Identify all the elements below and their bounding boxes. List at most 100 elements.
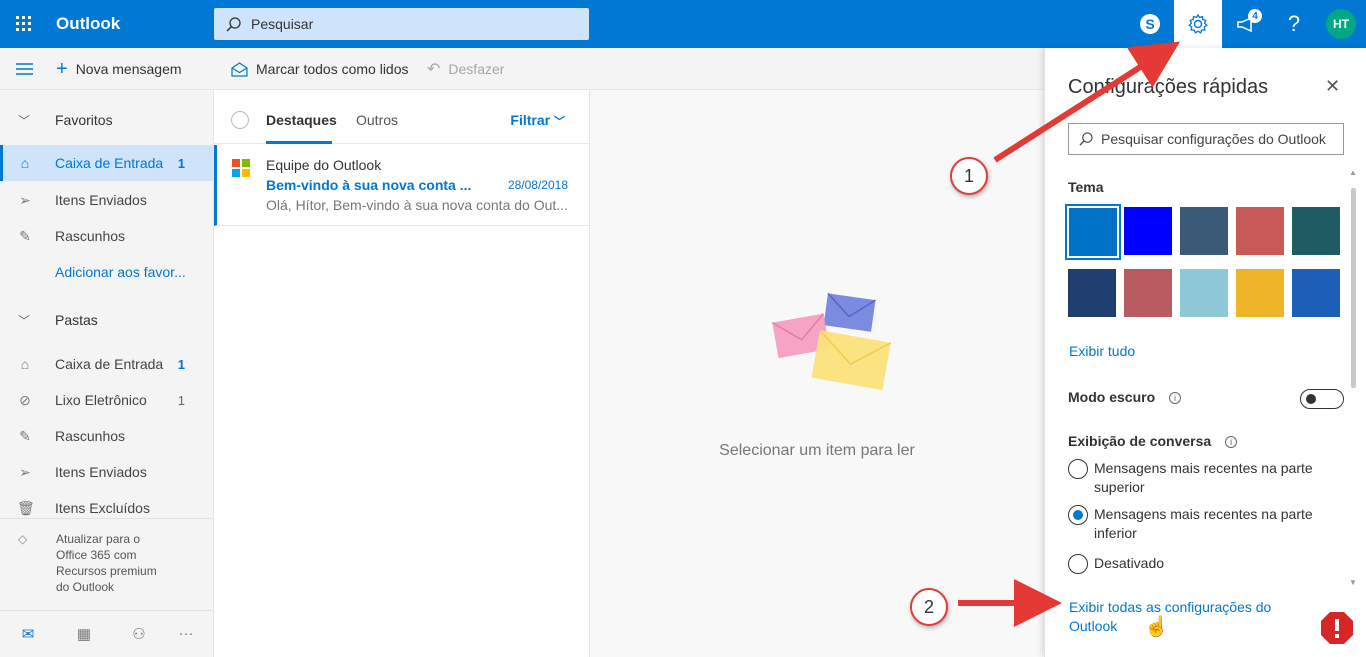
theme-header: Tema — [1068, 179, 1104, 195]
add-favorite-link[interactable]: Adicionar aos favor... — [55, 264, 186, 280]
trash-icon: 🗑 — [17, 499, 35, 516]
folder-item-drafts[interactable]: ✎ Rascunhos — [0, 418, 213, 454]
unread-count: 1 — [177, 356, 185, 372]
close-icon[interactable]: ✕ — [1325, 76, 1340, 97]
message-list-tabs: Destaques Outros Filtrar ﹀ — [214, 90, 589, 144]
calendar-icon[interactable]: ▦ — [72, 625, 96, 643]
dark-mode-row: Modo escuro i — [1068, 389, 1182, 405]
folder-item-label: Caixa de Entrada — [55, 356, 164, 372]
new-message-button[interactable]: + Nova mensagem — [56, 48, 182, 90]
tab-other[interactable]: Outros — [356, 112, 398, 128]
mark-all-read-button[interactable]: Marcar todos como lidos — [231, 48, 409, 90]
item-count: 1 — [177, 392, 185, 408]
conversation-view-label: Exibição de conversa — [1068, 433, 1212, 449]
theme-swatch[interactable] — [1292, 269, 1340, 317]
active-tab-indicator — [266, 141, 332, 144]
folder-item-inbox[interactable]: ⌂ Caixa de Entrada 1 — [0, 346, 213, 382]
dark-mode-label: Modo escuro — [1068, 389, 1156, 405]
send-icon: ➢ — [19, 463, 31, 480]
info-icon[interactable]: i — [1225, 436, 1238, 448]
theme-swatch[interactable] — [1236, 207, 1284, 255]
search-icon — [226, 16, 241, 32]
theme-swatch[interactable] — [1065, 204, 1121, 260]
show-all-themes-link[interactable]: Exibir tudo — [1069, 343, 1135, 359]
message-item[interactable]: Equipe do Outlook Bem-vindo à sua nova c… — [214, 145, 589, 226]
send-icon: ➢ — [19, 191, 31, 208]
hamburger-button[interactable] — [16, 48, 33, 90]
mark-all-read-label: Marcar todos como lidos — [256, 61, 409, 77]
theme-swatch[interactable] — [1068, 269, 1116, 317]
settings-search-placeholder: Pesquisar configurações do Outlook — [1101, 131, 1326, 147]
upgrade-line: Atualizar para o — [56, 532, 141, 546]
message-list: Destaques Outros Filtrar ﹀ Equipe do Out… — [214, 90, 590, 657]
alert-icon[interactable] — [1320, 611, 1354, 645]
radio-circle — [1068, 554, 1088, 574]
people-icon[interactable]: ⚇ — [127, 625, 151, 643]
app-brand[interactable]: Outlook — [56, 14, 120, 34]
help-button[interactable]: ? — [1270, 0, 1318, 48]
folder-item-junk[interactable]: ⊘ Lixo Eletrônico 1 — [0, 382, 213, 418]
upgrade-line: Office 365 com — [56, 548, 137, 562]
settings-search-input[interactable]: Pesquisar configurações do Outlook — [1068, 123, 1344, 155]
radio-newest-bottom[interactable]: Mensagens mais recentes na parte inferio… — [1068, 505, 1324, 543]
module-switcher: ✉ ▦ ⚇ ··· — [0, 610, 213, 657]
favorite-item-inbox[interactable]: ⌂ Caixa de Entrada 1 — [0, 145, 213, 181]
search-icon — [1079, 132, 1093, 146]
theme-swatch[interactable] — [1236, 269, 1284, 317]
microsoft-logo-icon — [232, 159, 250, 177]
command-bar: + Nova mensagem Marcar todos como lidos … — [0, 48, 1044, 90]
envelopes-illustration — [771, 292, 892, 391]
folders-header[interactable]: ﹀ Pastas — [0, 302, 213, 338]
info-icon[interactable]: i — [1169, 392, 1182, 404]
scrollbar-thumb[interactable] — [1351, 188, 1356, 388]
radio-newest-top[interactable]: Mensagens mais recentes na parte superio… — [1068, 459, 1324, 497]
theme-swatch[interactable] — [1124, 207, 1172, 255]
favorite-item-sent[interactable]: ➢ Itens Enviados — [0, 182, 213, 218]
theme-swatch[interactable] — [1180, 207, 1228, 255]
chevron-down-icon: ﹀ — [18, 113, 31, 128]
radio-off[interactable]: Desativado — [1068, 554, 1324, 574]
conversation-view-row: Exibição de conversa i — [1068, 433, 1238, 449]
whats-new-button[interactable]: 4 — [1222, 0, 1270, 48]
theme-swatch[interactable] — [1180, 269, 1228, 317]
radio-label: Mensagens mais recentes na parte superio… — [1094, 460, 1313, 495]
theme-swatch[interactable] — [1292, 207, 1340, 255]
skype-button[interactable]: S — [1126, 0, 1174, 48]
message-preview: Olá, Hítor, Bem-vindo à sua nova conta d… — [266, 197, 568, 213]
message-date: 28/08/2018 — [507, 178, 568, 192]
filter-button[interactable]: Filtrar ﹀ — [510, 112, 565, 129]
settings-button[interactable] — [1174, 0, 1222, 48]
favorite-item-label: Rascunhos — [55, 228, 126, 244]
empty-reading-message: Selecionar um item para ler — [719, 442, 915, 459]
mail-icon[interactable]: ✉ — [16, 625, 40, 643]
avatar[interactable]: HT — [1326, 9, 1356, 39]
inbox-icon: ⌂ — [20, 155, 30, 171]
favorite-item-drafts[interactable]: ✎ Rascunhos — [0, 218, 213, 254]
new-message-label: Nova mensagem — [75, 61, 182, 77]
filter-label: Filtrar — [510, 112, 551, 128]
tab-focused[interactable]: Destaques — [266, 112, 337, 128]
message-subject: Bem-vindo à sua nova conta ... — [266, 177, 472, 193]
select-all-checkbox[interactable] — [231, 111, 249, 129]
view-all-settings-link[interactable]: Exibir todas as configurações do Outlook — [1069, 598, 1289, 636]
callout-2: 2 — [910, 588, 948, 626]
panel-title: Configurações rápidas — [1068, 76, 1269, 98]
dark-mode-toggle[interactable] — [1300, 389, 1344, 409]
upgrade-promo[interactable]: ◇ Atualizar para o Office 365 com Recurs… — [0, 518, 213, 610]
scroll-down-icon[interactable]: ▼ — [1349, 578, 1357, 587]
theme-swatch[interactable] — [1124, 269, 1172, 317]
more-icon[interactable]: ··· — [174, 625, 198, 642]
diamond-icon: ◇ — [18, 532, 28, 546]
upgrade-line: Recursos premium — [56, 564, 157, 578]
scroll-up-icon[interactable]: ▲ — [1349, 168, 1357, 177]
search-box[interactable]: Pesquisar — [214, 8, 589, 40]
folder-item-sent[interactable]: ➢ Itens Enviados — [0, 454, 213, 490]
app-launcher-button[interactable] — [0, 0, 48, 48]
pencil-icon: ✎ — [19, 227, 31, 244]
plus-icon: + — [56, 57, 68, 80]
inbox-icon: ⌂ — [20, 356, 30, 372]
favorites-header[interactable]: ﹀ Favoritos — [0, 102, 213, 138]
pencil-icon: ✎ — [19, 427, 31, 444]
chevron-down-icon: ﹀ — [554, 116, 565, 128]
undo-button[interactable]: ↶ Desfazer — [427, 48, 504, 90]
